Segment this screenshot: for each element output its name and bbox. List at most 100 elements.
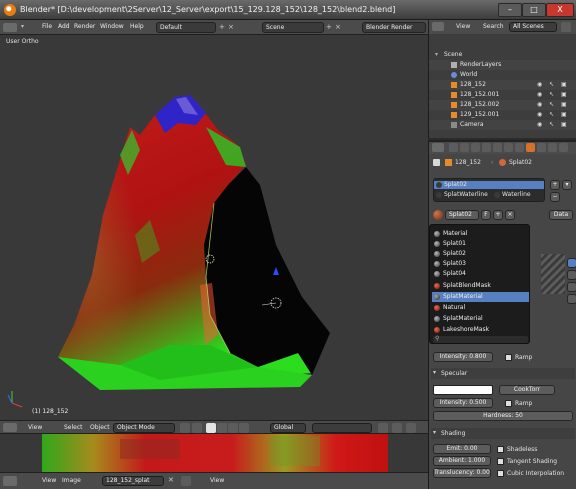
image-name-field[interactable]: 128_152_splat [102,476,164,486]
render-engine-selector[interactable]: Blender Render [362,22,426,33]
outliner-row[interactable]: RenderLayers [429,60,576,70]
image-menu-view[interactable]: View [42,477,56,484]
selectable-arrow-icon[interactable]: ↖ [549,121,554,128]
scale-icon[interactable] [239,423,249,433]
menu-render[interactable]: Render [74,23,95,30]
scene-tab-icon[interactable] [460,143,469,152]
material-slot-list[interactable]: Splat02 SplatWaterline Waterline [433,178,545,202]
visibility-eye-icon[interactable]: ◉ [537,91,542,98]
image-menu-image[interactable]: Image [62,477,81,484]
lock-icon[interactable] [378,423,388,433]
add-scene-icon[interactable]: + [326,23,334,32]
viewport-editor-type-icon[interactable] [3,423,17,432]
material-option[interactable]: Splat04 [432,269,529,279]
translate-icon[interactable] [217,423,227,433]
manipulator-toggle-icon[interactable] [206,423,216,433]
render-tab-icon[interactable] [449,143,458,152]
slot-specials-button[interactable]: ▾ [562,180,572,190]
pin-icon[interactable] [433,159,440,166]
world-tab-icon[interactable] [471,143,480,152]
maximize-button[interactable]: □ [522,3,546,17]
outliner-search-icon[interactable] [561,22,571,32]
new-material-button[interactable]: + [493,210,503,220]
properties-editor-type-icon[interactable] [432,143,444,152]
specular-intensity-slider[interactable]: Intensity: 0.500 [433,398,493,408]
preview-cube-button[interactable] [567,270,576,280]
menu-help[interactable]: Help [130,23,144,30]
outliner-display-mode[interactable]: All Scenes [509,22,557,32]
object-tab-icon[interactable] [482,143,491,152]
visibility-eye-icon[interactable]: ◉ [537,111,542,118]
data-tab-icon[interactable] [515,143,524,152]
selectable-arrow-icon[interactable]: ↖ [549,111,554,118]
snap-icon[interactable] [392,423,402,433]
shadeless-checkbox[interactable] [497,446,504,453]
renderable-camera-icon[interactable]: ▣ [561,121,567,128]
material-option[interactable]: LakeshoreMask [432,325,529,335]
material-option-selected[interactable]: SplatMaterial [432,292,529,302]
translucency-slider[interactable]: Translucency: 0.000 [433,468,491,478]
material-option[interactable]: SplatMaterial [432,314,529,324]
selectable-arrow-icon[interactable]: ↖ [549,81,554,88]
link-data-selector[interactable]: Data [549,210,573,220]
renderable-camera-icon[interactable]: ▣ [561,91,567,98]
outliner-row[interactable]: 128_152.002 ◉ ↖ ▣ [429,100,576,110]
rotate-icon[interactable] [228,423,238,433]
menu-file[interactable]: File [42,23,52,30]
outliner-editor-type-icon[interactable] [432,22,444,31]
remove-scene-icon[interactable]: × [335,23,343,32]
expand-arrow-icon[interactable]: ▾ [435,51,438,58]
renderable-camera-icon[interactable]: ▣ [561,81,567,88]
minimize-button[interactable]: – [498,3,522,17]
material-slot-row[interactable]: Splat02 [434,181,544,189]
diffuse-intensity-slider[interactable]: Intensity: 0.800 [433,352,493,362]
renderable-camera-icon[interactable]: ▣ [561,111,567,118]
image-menu-view2[interactable]: View [210,477,224,484]
texture-tab-icon[interactable] [537,143,546,152]
preview-monkey-button[interactable] [567,282,576,292]
editor-type-icon[interactable] [3,23,17,32]
material-name-field[interactable]: Splat02 [445,210,479,220]
pin-image-icon[interactable]: ✕ [168,476,178,486]
visibility-eye-icon[interactable]: ◉ [537,101,542,108]
viewport-shading-icon[interactable] [180,423,190,433]
add-slot-button[interactable]: + [550,180,560,190]
image-editor[interactable] [0,434,428,472]
outliner-menu-view[interactable]: View [456,23,470,30]
hardness-slider[interactable]: Hardness: 50 [433,411,573,421]
panel-collapse-arrow-icon[interactable]: ▾ [433,429,436,436]
outliner-row[interactable]: ▾ Scene [429,50,576,60]
preview-sphere-button[interactable] [567,258,576,268]
outliner-row[interactable]: Camera ◉ ↖ ▣ [429,120,576,130]
specular-shader-selector[interactable]: CookTorr [499,385,555,395]
remove-slot-button[interactable]: − [550,192,560,202]
specular-ramp-checkbox[interactable] [505,400,512,407]
close-button[interactable]: X [546,3,574,17]
particles-tab-icon[interactable] [548,143,557,152]
image-editor-type-icon[interactable] [3,476,17,486]
selectable-arrow-icon[interactable]: ↖ [549,101,554,108]
outliner-row[interactable]: 128_152 ◉ ↖ ▣ [429,80,576,90]
material-option[interactable]: SplatBlendMask [432,281,529,291]
panel-collapse-arrow-icon[interactable]: ▾ [433,369,436,376]
menu-select[interactable]: Select [64,424,83,431]
material-slot-row[interactable]: SplatWaterline [434,191,490,199]
outliner-row[interactable]: 129_152.001 ◉ ↖ ▣ [429,110,576,120]
visibility-eye-icon[interactable]: ◉ [537,81,542,88]
material-option[interactable]: Material [432,229,529,239]
cubic-interpolation-checkbox[interactable] [497,470,504,477]
image-display-icon[interactable] [181,476,191,486]
ambient-slider[interactable]: Ambient: 1.000 [433,456,491,466]
menu-object[interactable]: Object [90,424,110,431]
material-search-field[interactable]: ⚲ [433,335,528,343]
material-option[interactable]: Natural [432,303,529,313]
add-layout-icon[interactable]: + [219,23,227,32]
visibility-eye-icon[interactable]: ◉ [537,121,542,128]
material-option[interactable]: Splat03 [432,259,529,269]
tangent-shading-checkbox[interactable] [497,458,504,465]
unlink-material-button[interactable]: × [505,210,515,220]
3d-viewport[interactable]: User Ortho (1) 128_152 [0,35,428,420]
terrain-mesh[interactable] [0,35,428,420]
outliner-row[interactable]: World [429,70,576,80]
renderable-camera-icon[interactable]: ▣ [561,101,567,108]
